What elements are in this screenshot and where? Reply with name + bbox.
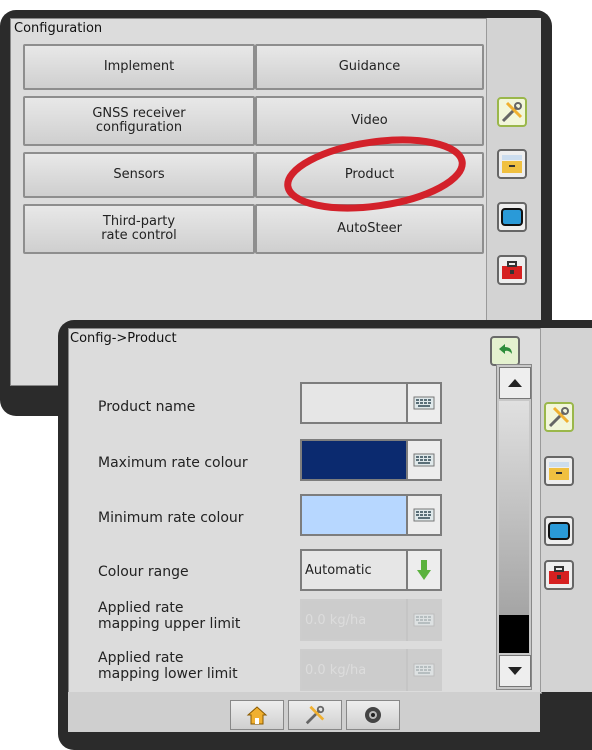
product-name-field[interactable] bbox=[300, 382, 408, 424]
back-button[interactable] bbox=[490, 336, 520, 366]
scrollbar[interactable] bbox=[496, 364, 532, 690]
product-name-keyboard-button[interactable] bbox=[406, 382, 442, 424]
triangle-down-icon bbox=[508, 667, 522, 675]
upper-limit-keyboard-button bbox=[406, 599, 442, 641]
triangle-up-icon bbox=[508, 379, 522, 387]
minimum-rate-colour-keyboard-button[interactable] bbox=[406, 494, 442, 536]
keyboard-icon bbox=[413, 396, 435, 410]
camera-icon bbox=[365, 707, 381, 723]
colour-range-select[interactable]: Automatic bbox=[300, 549, 408, 591]
wrench-screwdriver-icon bbox=[548, 406, 570, 428]
back-arrow-icon bbox=[499, 344, 512, 354]
lower-limit-keyboard-button bbox=[406, 649, 442, 691]
sensors-label: Sensors bbox=[113, 167, 165, 182]
colour-range-dropdown-button[interactable] bbox=[406, 549, 442, 591]
display-icon bbox=[548, 522, 570, 540]
minimum-rate-colour-label: Minimum rate colour bbox=[98, 510, 244, 526]
tools-tab-button[interactable] bbox=[497, 255, 527, 285]
scroll-up-button[interactable] bbox=[499, 367, 531, 399]
minimum-rate-colour-swatch[interactable] bbox=[300, 494, 408, 536]
maximum-rate-colour-keyboard-button[interactable] bbox=[406, 439, 442, 481]
arrow-down-icon bbox=[417, 560, 431, 580]
home-tab[interactable] bbox=[230, 700, 284, 730]
breadcrumb: Config->Product bbox=[70, 331, 177, 346]
wrench-screwdriver-icon bbox=[305, 705, 325, 725]
video-label: Video bbox=[351, 113, 388, 128]
product-sidebar bbox=[540, 328, 592, 692]
camera-nav-tab[interactable] bbox=[346, 700, 400, 730]
drawer-icon bbox=[502, 155, 522, 173]
scroll-down-button[interactable] bbox=[499, 655, 531, 687]
gnss-receiver-button[interactable]: GNSS receiver configuration bbox=[23, 96, 255, 146]
upper-limit-label: Applied rate mapping upper limit bbox=[98, 600, 241, 632]
guidance-label: Guidance bbox=[338, 59, 401, 74]
gnss-label: GNSS receiver configuration bbox=[92, 106, 186, 135]
autosteer-label: AutoSteer bbox=[337, 221, 402, 236]
tools-tab-button[interactable] bbox=[544, 560, 574, 590]
config-nav-tab[interactable] bbox=[288, 700, 342, 730]
storage-tab-button[interactable] bbox=[544, 456, 574, 486]
drawer-icon bbox=[549, 462, 569, 480]
highlight-ellipse bbox=[284, 136, 466, 212]
product-window: Config->Product Product name Maximum rat… bbox=[58, 320, 592, 750]
product-name-label: Product name bbox=[98, 399, 196, 415]
config-tab-button[interactable] bbox=[497, 97, 527, 127]
keyboard-icon bbox=[413, 613, 435, 627]
implement-label: Implement bbox=[103, 59, 175, 74]
lower-limit-field: 0.0 kg/ha bbox=[300, 649, 408, 691]
display-icon bbox=[501, 208, 523, 226]
console-tab-button[interactable] bbox=[544, 516, 574, 546]
upper-limit-field: 0.0 kg/ha bbox=[300, 599, 408, 641]
home-icon bbox=[246, 706, 268, 725]
toolbox-icon bbox=[549, 566, 569, 584]
page-title: Configuration bbox=[14, 21, 103, 36]
sensors-button[interactable]: Sensors bbox=[23, 152, 255, 198]
storage-tab-button[interactable] bbox=[497, 149, 527, 179]
implement-button[interactable]: Implement bbox=[23, 44, 255, 90]
keyboard-icon bbox=[413, 453, 435, 467]
config-tab-button[interactable] bbox=[544, 402, 574, 432]
maximum-rate-colour-label: Maximum rate colour bbox=[98, 455, 248, 471]
toolbox-icon bbox=[502, 261, 522, 279]
keyboard-icon bbox=[413, 508, 435, 522]
wrench-screwdriver-icon bbox=[501, 101, 523, 123]
lower-limit-label: Applied rate mapping lower limit bbox=[98, 650, 238, 682]
scroll-thumb[interactable] bbox=[499, 615, 529, 653]
third-party-rate-control-button[interactable]: Third-party rate control bbox=[23, 204, 255, 254]
keyboard-icon bbox=[413, 663, 435, 677]
console-tab-button[interactable] bbox=[497, 202, 527, 232]
third-party-label: Third-party rate control bbox=[101, 214, 177, 243]
guidance-button[interactable]: Guidance bbox=[255, 44, 484, 90]
maximum-rate-colour-swatch[interactable] bbox=[300, 439, 408, 481]
colour-range-label: Colour range bbox=[98, 564, 189, 580]
